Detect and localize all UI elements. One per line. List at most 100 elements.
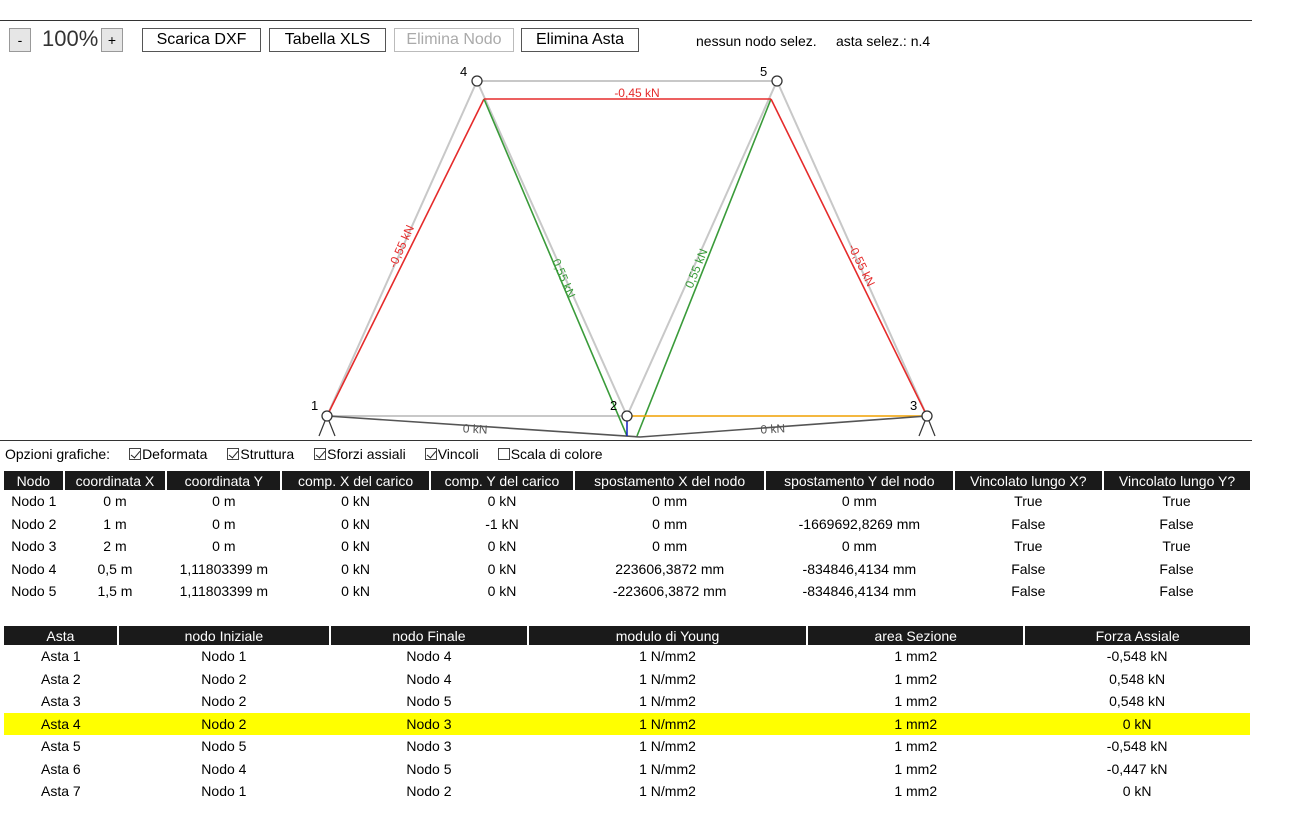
table-cell: True <box>1162 538 1191 555</box>
xls-table-button[interactable]: Tabella XLS <box>269 28 386 52</box>
table-cell: 0 mm <box>652 493 688 510</box>
option-vincoli[interactable]: Vincoli <box>424 446 479 462</box>
table-cell: 0 m <box>212 515 236 532</box>
graphic-options: Opzioni grafiche: Deformata Struttura Sf… <box>5 446 603 462</box>
bars-table: Asta nodo Iniziale nodo Finale modulo di Yo… <box>4 626 1250 803</box>
table-row[interactable]: Asta 5 Nodo 5 Nodo 3 1 N/mm2 1 mm2 -0,548 kN <box>4 735 1250 758</box>
bar-5[interactable] <box>770 98 928 417</box>
column-header: spostamento X del nodo <box>573 471 766 490</box>
table-cell: 0 m <box>103 493 127 510</box>
table-cell: 1 mm2 <box>894 670 938 687</box>
node-label-2: 2 <box>610 398 617 413</box>
table-cell: Nodo 4 <box>406 670 452 687</box>
download-dxf-button[interactable]: Scarica DXF <box>142 28 261 52</box>
table-cell: Nodo 2 <box>11 515 57 532</box>
bars-table-body: Asta 1 Nodo 1 Nodo 41 N/mm2 1 mm2 -0,548 kN A… <box>4 645 1250 803</box>
table-cell: 1 N/mm2 <box>527 712 808 735</box>
table-cell: Nodo 2 <box>406 783 452 800</box>
option-struttura-label: Struttura <box>240 446 295 462</box>
table-row[interactable]: Nodo 5 1,5 m 1,11803399 m 0 kN 0 kN -223606,3… <box>4 580 1250 603</box>
table-cell: -0,548 kN <box>1106 738 1168 755</box>
node-1[interactable] <box>321 410 333 422</box>
bar-selection-status: asta selez.: n.4 <box>836 33 931 49</box>
table-cell: Nodo 3 <box>330 712 528 735</box>
node-2[interactable] <box>621 410 633 422</box>
table-cell: 0 kN <box>487 493 517 510</box>
checkbox-deformata[interactable] <box>129 448 142 460</box>
option-struttura[interactable]: Struttura <box>227 446 294 462</box>
truss-canvas[interactable]: -0,55 kN 0,55 kN 0,55 kN -0,55 kN -0,45 … <box>0 60 1252 438</box>
checkbox-scala-di-colore[interactable] <box>497 448 510 460</box>
table-cell: -1 kN <box>485 515 519 532</box>
checkbox-sforzi-assiali[interactable] <box>314 448 327 460</box>
table-cell: 0 kN <box>1024 712 1250 735</box>
table-cell: Nodo 1 <box>201 783 247 800</box>
table-cell: 0,548 kN <box>1109 670 1166 687</box>
option-deformata[interactable]: Deformata <box>129 446 207 462</box>
zoom-in-button[interactable]: + <box>101 28 123 52</box>
option-vincoli-label: Vincoli <box>437 446 479 462</box>
nodes-table-header: Nodo coordinata Xcoordinata Ycomp. X del … <box>4 471 1250 490</box>
column-header: spostamento Y del nodo <box>764 471 954 490</box>
table-cell: False <box>1011 515 1046 532</box>
table-cell: Asta 4 <box>4 712 118 735</box>
table-cell: 0 m <box>212 538 236 555</box>
table-cell: Asta 5 <box>41 738 81 755</box>
table-row[interactable]: Asta 1 Nodo 1 Nodo 4 1 N/mm2 1 mm2 -0,548 kN <box>4 645 1250 668</box>
table-cell: True <box>1014 538 1043 555</box>
table-cell: 0 kN <box>487 583 517 600</box>
node-3[interactable] <box>921 410 933 422</box>
table-cell: Asta 2 <box>41 670 81 687</box>
node-5[interactable] <box>771 75 783 87</box>
column-header: coordinata Y <box>165 471 282 490</box>
table-row[interactable]: Nodo 1 0 m 0 m 0 kN 0 kN 0 mm 0 mm True True <box>4 490 1250 513</box>
force-label-bar2: 0,55 kN <box>549 257 578 301</box>
options-divider <box>0 440 1252 441</box>
table-cell: 0 mm <box>652 515 688 532</box>
table-cell: Asta 3 <box>41 693 81 710</box>
table-cell: Nodo 5 <box>201 738 247 755</box>
bar-1[interactable] <box>326 98 485 417</box>
table-row[interactable]: Asta 3 Nodo 2 Nodo 5 1 N/mm2 1 mm2 0,548 kN <box>4 690 1250 713</box>
deformed-lines <box>326 98 928 438</box>
table-cell: 0 kN <box>341 560 370 577</box>
node-4[interactable] <box>471 75 483 87</box>
column-header: comp. X del carico <box>280 471 430 490</box>
nodes-table: Nodo coordinata Xcoordinata Ycomp. X del … <box>4 471 1250 603</box>
force-label-bar1: -0,55 kN <box>386 223 417 270</box>
table-row[interactable]: Nodo 4 0,5 m 1,11803399 m 0 kN 0 kN 223606,38… <box>4 558 1250 581</box>
delete-node-button[interactable]: Elimina Nodo <box>394 28 514 52</box>
table-cell: Asta 7 <box>41 783 81 800</box>
table-row[interactable]: Asta 7 Nodo 1 Nodo 2 1 N/mm2 1 mm2 0 kN <box>4 780 1250 803</box>
force-label-bar4: 0 kN <box>760 421 785 436</box>
table-cell: 223606,3872 mm <box>615 560 725 577</box>
zoom-level: 100% <box>42 26 99 51</box>
table-cell: 0 kN <box>341 538 370 555</box>
table-cell: 0 kN <box>341 583 370 600</box>
table-cell: 1 mm2 <box>894 693 938 710</box>
table-row[interactable]: Nodo 3 2 m 0 m 0 kN 0 kN 0 mm 0 mm True True <box>4 535 1250 558</box>
table-cell: 2 m <box>103 538 127 555</box>
table-cell: Nodo 4 <box>406 648 452 665</box>
table-cell: 1 N/mm2 <box>639 738 696 755</box>
table-cell: 1 mm2 <box>894 648 938 665</box>
table-cell: -834846,4134 mm <box>802 583 917 600</box>
node-selection-status: nessun nodo selez. <box>696 33 817 49</box>
zoom-out-button[interactable]: - <box>9 28 31 52</box>
option-sforzi-assiali[interactable]: Sforzi assiali <box>314 446 406 462</box>
table-row[interactable]: Asta 6 Nodo 4 Nodo 5 1 N/mm2 1 mm2 -0,447 kN <box>4 758 1250 781</box>
top-divider <box>0 20 1252 21</box>
table-row[interactable]: Asta 2 Nodo 2 Nodo 4 1 N/mm2 1 mm2 0,548 kN <box>4 668 1250 691</box>
column-header: Vincolato lungo X? <box>952 471 1104 490</box>
table-cell: Nodo 3 <box>406 738 452 755</box>
table-row[interactable]: Nodo 2 1 m 0 m 0 kN -1 kN 0 mm -1669692,8269 m… <box>4 513 1250 536</box>
column-header: nodo Finale <box>329 626 528 645</box>
table-cell: Nodo 2 <box>117 712 330 735</box>
table-row[interactable]: Asta 4 Nodo 2 Nodo 31 N/mm2 1 mm2 0 kN <box>4 712 1250 735</box>
table-cell: Nodo 5 <box>406 760 452 777</box>
table-cell: -1669692,8269 mm <box>798 515 921 532</box>
checkbox-struttura[interactable] <box>227 448 240 460</box>
checkbox-vincoli[interactable] <box>424 448 437 460</box>
delete-bar-button[interactable]: Elimina Asta <box>521 28 639 52</box>
option-scala-di-colore[interactable]: Scala di colore <box>497 446 603 462</box>
